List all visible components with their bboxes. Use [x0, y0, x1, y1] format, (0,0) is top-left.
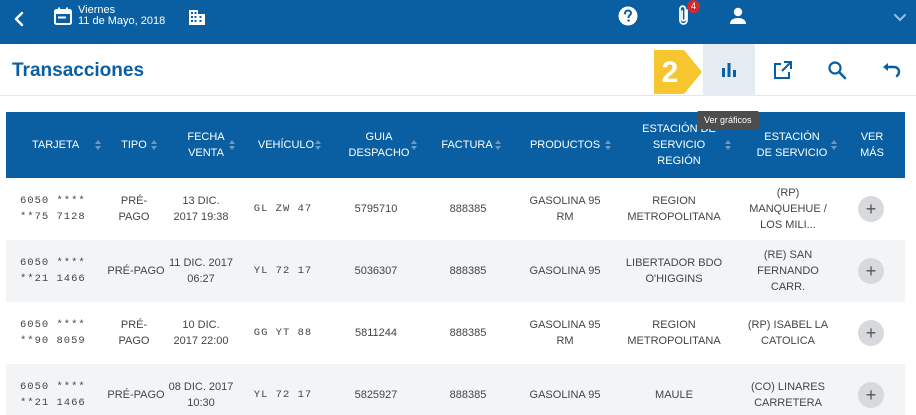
cell-product: GASOLINA 95	[529, 389, 601, 401]
cell-vehicle: GL ZW 47	[253, 203, 313, 215]
cell-product: GASOLINA 95 RM	[529, 319, 601, 347]
cell-guide: 5036307	[354, 265, 398, 277]
sort-icon	[315, 140, 321, 150]
cell-region: MAULE	[655, 389, 693, 401]
cell-guide: 5825927	[354, 389, 398, 401]
cell-date: 11 DIC. 2017 06:27	[168, 257, 233, 285]
top-bar: Viernes 11 de Mayo, 2018 4	[0, 0, 916, 44]
help-icon[interactable]	[617, 5, 639, 27]
current-date: Viernes 11 de Mayo, 2018	[78, 5, 165, 27]
bar-chart-icon	[722, 63, 736, 77]
sort-icon	[605, 140, 611, 150]
cell-region: LIBERTADOR BDO O'HIGGINS	[625, 257, 723, 285]
cell-card: 6050 **** **21 1466	[20, 257, 86, 285]
header-tarjeta[interactable]: TARJETA	[20, 112, 106, 178]
step-number-marker: 2	[654, 50, 702, 94]
transactions-table: TARJETA TIPO FECHA VENTA VEHÍCULO GUIA D…	[6, 112, 905, 415]
step-number: 2	[662, 56, 679, 89]
table-row[interactable]: 6050 **** **21 1466 PRÉ-PAGO 11 DIC. 201…	[6, 240, 905, 302]
cell-date: 10 DIC. 2017 22:00	[173, 319, 229, 347]
cell-invoice: 888385	[449, 389, 487, 401]
cell-station: (RP) ISABEL LA CATOLICA	[747, 319, 829, 347]
cell-product: GASOLINA 95 RM	[529, 195, 601, 223]
charts-tooltip: Ver gráficos	[697, 111, 759, 129]
cell-region: REGION METROPOLITANA	[627, 319, 721, 347]
sort-icon	[95, 140, 101, 150]
header-productos[interactable]: PRODUCTOS	[514, 112, 616, 178]
header-factura[interactable]: FACTURA	[428, 112, 506, 178]
cell-type: PRÉ-PAGO	[107, 265, 165, 277]
expand-row-button[interactable]: +	[858, 382, 884, 408]
calendar-icon	[54, 7, 72, 25]
sort-icon	[411, 140, 417, 150]
export-button[interactable]	[757, 44, 809, 96]
sort-icon	[229, 140, 235, 150]
charts-button[interactable]	[703, 44, 755, 96]
cell-vehicle: YL 72 17	[253, 389, 313, 401]
cell-date: 13 DIC. 2017 19:38	[173, 195, 229, 223]
cell-region: REGION METROPOLITANA	[627, 195, 721, 223]
search-button[interactable]	[811, 44, 863, 96]
chevron-down-icon[interactable]	[891, 8, 909, 26]
undo-icon	[883, 63, 901, 78]
cell-more: +	[846, 178, 896, 240]
expand-row-button[interactable]: +	[858, 258, 884, 284]
header-guia-despacho[interactable]: GUIA DESPACHO	[336, 112, 422, 178]
cell-product: GASOLINA 95	[529, 265, 601, 277]
cell-vehicle: GG YT 88	[253, 327, 313, 339]
cell-vehicle: YL 72 17	[253, 265, 313, 277]
cell-type: PRÉ-PAGO	[118, 319, 150, 347]
header-ver-mas: VER MÁS	[860, 131, 884, 159]
cell-type: PRÉ-PAGO	[107, 389, 165, 401]
cell-station: (CO) LINARES CARRETERA	[751, 381, 825, 409]
table-row[interactable]: 6050 **** **90 8059 PRÉ-PAGO 10 DIC. 201…	[6, 302, 905, 364]
cell-card: 6050 **** **75 7128	[20, 195, 86, 223]
table-row[interactable]: 6050 **** **75 7128 PRÉ-PAGO 13 DIC. 201…	[6, 178, 905, 240]
expand-row-button[interactable]: +	[858, 196, 884, 222]
undo-button[interactable]	[865, 44, 916, 96]
sort-icon	[725, 140, 731, 150]
cell-guide: 5811244	[354, 327, 397, 339]
cell-more: +	[846, 364, 896, 415]
cell-card: 6050 **** **90 8059	[20, 319, 86, 347]
building-icon[interactable]	[187, 7, 207, 27]
back-arrow-icon[interactable]	[10, 9, 30, 29]
cell-type: PRÉ-PAGO	[118, 195, 150, 223]
page-title: Transacciones	[12, 60, 145, 81]
open-external-icon	[774, 61, 792, 79]
cell-invoice: 888385	[449, 203, 487, 215]
header-vehiculo[interactable]: VEHÍCULO	[246, 112, 326, 178]
cell-more: +	[846, 302, 896, 364]
cell-invoice: 888385	[449, 327, 487, 339]
search-icon	[828, 61, 847, 80]
cell-station: (RP) MANQUEHUE / LOS MILI...	[749, 187, 827, 231]
notification-badge: 4	[687, 0, 700, 13]
table-header: TARJETA TIPO FECHA VENTA VEHÍCULO GUIA D…	[6, 112, 905, 178]
cell-card: 6050 **** **21 1466	[20, 381, 86, 409]
cell-guide: 5795710	[354, 203, 398, 215]
user-icon[interactable]	[727, 5, 749, 27]
expand-row-button[interactable]: +	[858, 320, 884, 346]
sort-icon	[831, 140, 837, 150]
cell-more: +	[846, 240, 896, 302]
header-fecha-venta[interactable]: FECHA VENTA	[172, 112, 240, 178]
sort-icon	[495, 140, 501, 150]
table-row[interactable]: 6050 **** **21 1466 PRÉ-PAGO 08 DIC. 201…	[6, 364, 905, 415]
cell-invoice: 888385	[449, 265, 487, 277]
sort-icon	[151, 140, 157, 150]
date-full: 11 de Mayo, 2018	[78, 15, 166, 27]
cell-station: (RE) SAN FERNANDO CARR.	[757, 249, 819, 293]
header-tipo[interactable]: TIPO	[106, 112, 162, 178]
cell-date: 08 DIC. 2017 10:30	[168, 381, 234, 409]
